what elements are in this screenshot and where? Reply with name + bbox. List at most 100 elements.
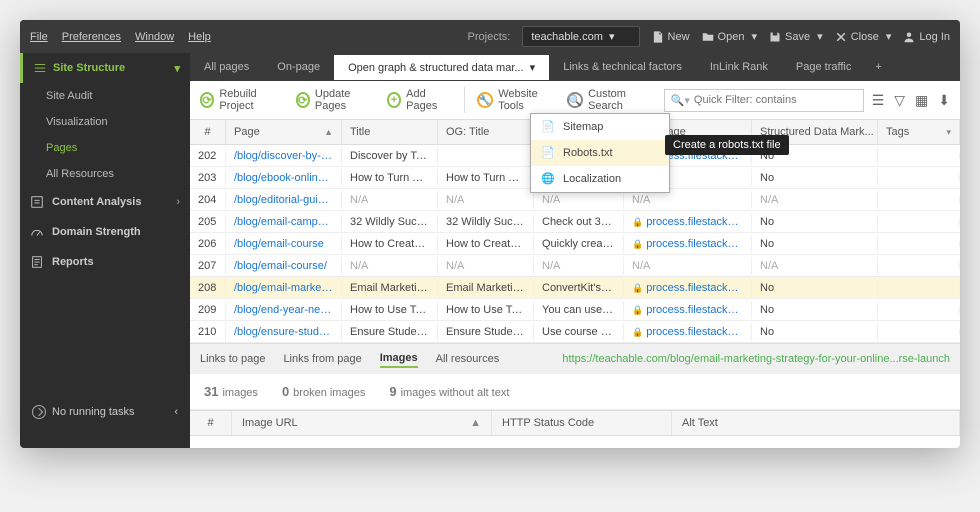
gauge-icon [30, 225, 44, 239]
table-row[interactable]: 206 /blog/email-course How to Create an … [190, 233, 960, 255]
new-button[interactable]: New [652, 31, 690, 43]
quick-filter[interactable]: 🔍▾ [664, 89, 864, 112]
add-icon: + [387, 92, 401, 108]
app-window: File Preferences Window Help Projects: t… [20, 20, 960, 448]
selected-page-url: https://teachable.com/blog/email-marketi… [562, 353, 950, 365]
tab-page-traffic[interactable]: Page traffic [782, 55, 865, 79]
update-button[interactable]: ⟳Update Pages [296, 88, 375, 112]
col-page[interactable]: Page▲ [226, 120, 342, 144]
rebuild-button[interactable]: ⟳Rebuild Project [200, 88, 284, 112]
col-og-title[interactable]: OG: Title [438, 120, 534, 144]
website-tools-dropdown: 📄Sitemap 📄Robots.txt 🌐Localization [530, 113, 670, 193]
imgcol-num[interactable]: # [190, 411, 232, 435]
tab-inlink-rank[interactable]: InLink Rank [696, 55, 782, 79]
menu-window[interactable]: Window [135, 31, 174, 43]
toolbar: ⟳Rebuild Project ⟳Update Pages +Add Page… [190, 81, 960, 120]
list-view-icon[interactable]: ☰ [872, 92, 885, 109]
close-button[interactable]: Close ▾ [835, 30, 892, 43]
save-icon [769, 31, 781, 43]
tab-on-page[interactable]: On-page [263, 55, 334, 79]
sidebar-reports[interactable]: Reports [20, 247, 190, 277]
table-row[interactable]: 208 /blog/email-marketing-strateg Email … [190, 277, 960, 299]
table-row[interactable]: 207 /blog/email-course/ N/A N/A N/A N/A … [190, 255, 960, 277]
website-tools-button[interactable]: 🔧Website Tools [477, 88, 555, 112]
menubar: File Preferences Window Help Projects: t… [20, 20, 960, 53]
image-grid-empty [190, 436, 960, 448]
save-button[interactable]: Save ▾ [769, 30, 823, 43]
table-row[interactable]: 205 /blog/email-campaigns 32 Wildly Succ… [190, 211, 960, 233]
reports-icon [30, 255, 44, 269]
tab-opengraph[interactable]: Open graph & structured data mar... ▾ [334, 55, 549, 80]
subtab-links-from[interactable]: Links from page [283, 351, 361, 367]
sidebar-pages[interactable]: Pages [20, 135, 190, 161]
col-tags[interactable]: Tags▾ [878, 120, 960, 144]
user-icon [903, 31, 915, 43]
sidebar-all-resources[interactable]: All Resources [20, 161, 190, 187]
tab-links-technical[interactable]: Links & technical factors [549, 55, 696, 79]
menubar-right: Projects: teachable.com ▾ New Open ▾ Sav… [468, 26, 950, 47]
tooltip: Create a robots.txt file [665, 135, 789, 155]
structure-icon [33, 61, 47, 75]
add-pages-button[interactable]: +Add Pages [387, 88, 452, 112]
download-icon[interactable]: ⬇ [938, 92, 950, 109]
sitemap-icon: 📄 [541, 120, 555, 134]
toolbar-separator [464, 87, 465, 113]
imgcol-alt[interactable]: Alt Text [672, 411, 960, 435]
content-icon [30, 195, 44, 209]
sidebar-site-audit[interactable]: Site Audit [20, 83, 190, 109]
rebuild-icon: ⟳ [200, 92, 214, 108]
wrench-icon: 🔧 [477, 92, 493, 108]
close-icon [835, 31, 847, 43]
menu-file[interactable]: File [30, 31, 48, 43]
menu-help[interactable]: Help [188, 31, 211, 43]
col-num[interactable]: # [190, 120, 226, 144]
search-icon: 🔍 [567, 92, 583, 108]
sidebar-content-analysis[interactable]: Content Analysis› [20, 187, 190, 217]
imgcol-url[interactable]: Image URL▲ [232, 411, 492, 435]
filter-input[interactable] [694, 94, 857, 106]
sub-tabs: Links to page Links from page Images All… [190, 343, 960, 374]
col-title[interactable]: Title [342, 120, 438, 144]
localization-icon: 🌐 [541, 172, 555, 186]
tabs-bar: All pages On-page Open graph & structure… [190, 53, 960, 81]
stat-broken: 0broken images [282, 384, 365, 399]
dropdown-localization[interactable]: 🌐Localization [531, 166, 669, 192]
image-stats: 31images 0broken images 9images without … [190, 374, 960, 410]
imgcol-status[interactable]: HTTP Status Code [492, 411, 672, 435]
subtab-all-resources[interactable]: All resources [436, 351, 500, 367]
dropdown-sitemap[interactable]: 📄Sitemap [531, 114, 669, 140]
robots-icon: 📄 [541, 146, 555, 160]
subtab-images[interactable]: Images [380, 350, 418, 368]
table-row[interactable]: 210 /blog/ensure-student-compre Ensure S… [190, 321, 960, 343]
tab-add[interactable]: + [865, 55, 891, 79]
update-icon: ⟳ [296, 92, 310, 108]
filter-area: 🔍▾ ☰ ▽ ▦ ⬇ [664, 89, 950, 112]
subtab-links-to[interactable]: Links to page [200, 351, 265, 367]
custom-search-button[interactable]: 🔍Custom Search [567, 88, 652, 112]
filter-icon[interactable]: ▽ [894, 92, 905, 109]
search-icon: 🔍▾ [671, 94, 690, 107]
stat-noalt: 9images without alt text [389, 384, 509, 399]
table-row[interactable]: 209 /blog/end-year-newsletter How to Use… [190, 299, 960, 321]
main-panel: All pages On-page Open graph & structure… [190, 53, 960, 448]
projects-label: Projects: [468, 31, 511, 43]
body: Site Structure▾ Site Audit Visualization… [20, 53, 960, 448]
menu-items: File Preferences Window Help [30, 31, 211, 43]
tab-all-pages[interactable]: All pages [190, 55, 263, 79]
file-icon [652, 31, 664, 43]
image-grid-header: # Image URL▲ HTTP Status Code Alt Text [190, 410, 960, 436]
sidebar-domain-strength[interactable]: Domain Strength [20, 217, 190, 247]
login-button[interactable]: Log In [903, 31, 950, 43]
sidebar-visualization[interactable]: Visualization [20, 109, 190, 135]
footer-tasks[interactable]: No running tasks‹ [20, 397, 190, 427]
open-button[interactable]: Open ▾ [702, 30, 758, 43]
folder-icon [702, 31, 714, 43]
tasks-icon [32, 405, 46, 419]
toolbar-right-icons: ☰ ▽ ▦ ⬇ [872, 92, 950, 109]
sidebar: Site Structure▾ Site Audit Visualization… [20, 53, 190, 448]
project-select[interactable]: teachable.com ▾ [522, 26, 639, 47]
grid-view-icon[interactable]: ▦ [915, 92, 928, 109]
dropdown-robots[interactable]: 📄Robots.txt [531, 140, 669, 166]
sidebar-site-structure[interactable]: Site Structure▾ [20, 53, 190, 83]
menu-preferences[interactable]: Preferences [62, 31, 121, 43]
